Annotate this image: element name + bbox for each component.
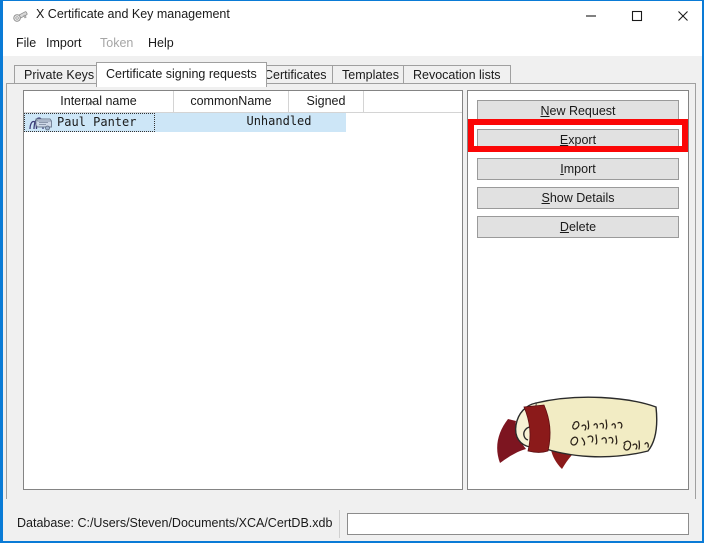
certificate-request-icon bbox=[28, 116, 54, 131]
close-icon bbox=[677, 10, 689, 22]
minimize-icon bbox=[585, 10, 597, 22]
column-header-common-name[interactable]: commonName bbox=[174, 91, 289, 112]
column-header-internal-name-label: Internal name bbox=[60, 94, 136, 108]
certificate-scroll-watermark bbox=[478, 377, 678, 482]
title-bar: X Certificate and Key management bbox=[3, 1, 702, 31]
show-details-button[interactable]: Show Details bbox=[477, 187, 679, 209]
table-cell-internal-name-text: Paul Panter bbox=[57, 115, 136, 129]
maximize-icon bbox=[631, 10, 643, 22]
actions-panel: New Request Export Import Show Details D… bbox=[467, 90, 689, 490]
table-row[interactable]: Paul Panter Unhandled bbox=[24, 113, 346, 132]
import-button[interactable]: Import bbox=[477, 158, 679, 180]
export-button-label: xport bbox=[568, 133, 596, 147]
column-header-signed[interactable]: Signed bbox=[289, 91, 364, 112]
export-button[interactable]: Export bbox=[477, 129, 679, 151]
status-separator bbox=[339, 510, 340, 538]
client-area: Private Keys Certificate signing request… bbox=[3, 56, 702, 541]
sort-ascending-icon bbox=[87, 92, 96, 98]
table-header-row: Internal name commonName Signed bbox=[24, 91, 462, 113]
menu-item-file[interactable]: File bbox=[11, 35, 41, 51]
delete-button-label: elete bbox=[569, 220, 596, 234]
status-input-field[interactable] bbox=[347, 513, 689, 535]
column-header-internal-name[interactable]: Internal name bbox=[24, 91, 174, 112]
import-button-label: mport bbox=[564, 162, 596, 176]
menu-item-help[interactable]: Help bbox=[143, 35, 179, 51]
tab-page-certificate-signing-requests: Internal name commonName Signed bbox=[6, 83, 696, 523]
menu-item-import[interactable]: Import bbox=[41, 35, 86, 51]
table-cell-internal-name[interactable]: Paul Panter bbox=[24, 113, 155, 132]
tab-certificate-signing-requests[interactable]: Certificate signing requests bbox=[96, 62, 267, 87]
maximize-button[interactable] bbox=[614, 1, 660, 31]
delete-button[interactable]: Delete bbox=[477, 216, 679, 238]
new-request-button[interactable]: New Request bbox=[477, 100, 679, 122]
minimize-button[interactable] bbox=[568, 1, 614, 31]
close-button[interactable] bbox=[660, 1, 704, 31]
menu-item-token: Token bbox=[95, 35, 138, 51]
requests-table[interactable]: Internal name commonName Signed bbox=[23, 90, 463, 490]
window-title: X Certificate and Key management bbox=[36, 7, 230, 21]
database-path-label: Database: C:/Users/Steven/Documents/XCA/… bbox=[17, 516, 332, 530]
status-bar: Database: C:/Users/Steven/Documents/XCA/… bbox=[3, 499, 702, 541]
show-details-button-label: how Details bbox=[550, 191, 615, 205]
menu-bar: File Import Token Help bbox=[3, 31, 702, 56]
new-request-button-label: ew Request bbox=[550, 104, 616, 118]
table-cell-signed[interactable]: Unhandled bbox=[214, 114, 344, 128]
xca-main-window: X Certificate and Key management File Im… bbox=[0, 0, 704, 543]
table-cell-common-name[interactable] bbox=[155, 114, 213, 131]
key-icon bbox=[12, 8, 30, 24]
